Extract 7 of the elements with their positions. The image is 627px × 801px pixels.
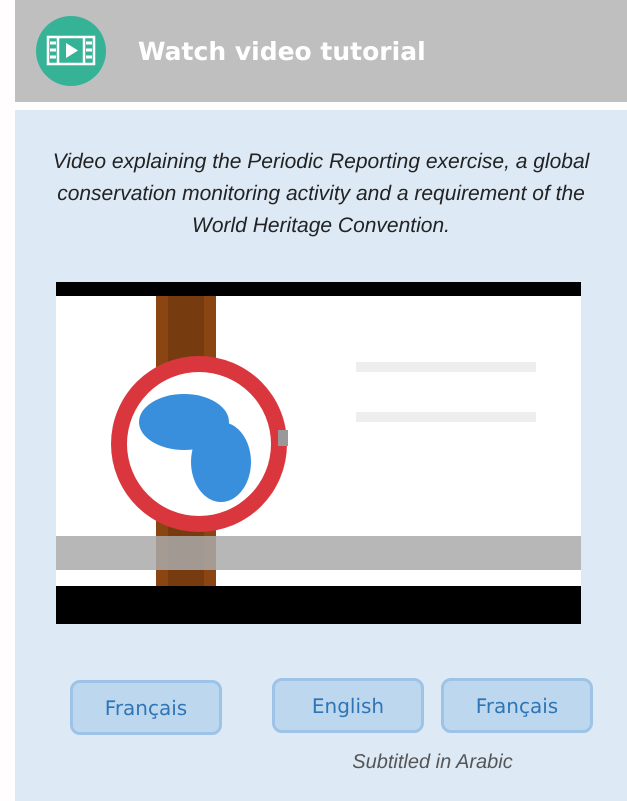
subtitle-caption: Subtitled in Arabic — [352, 751, 513, 774]
language-button[interactable]: Français — [70, 680, 222, 735]
language-button[interactable]: Français — [441, 678, 593, 733]
video-description: Video explaining the Periodic Reporting exercise, a global conservation monitoring activity and a requirement of the World Heritage Convention. — [52, 149, 591, 239]
header-title: Watch video tutorial — [138, 36, 426, 66]
film-play-icon — [36, 16, 106, 86]
language-button[interactable]: English — [272, 678, 424, 733]
